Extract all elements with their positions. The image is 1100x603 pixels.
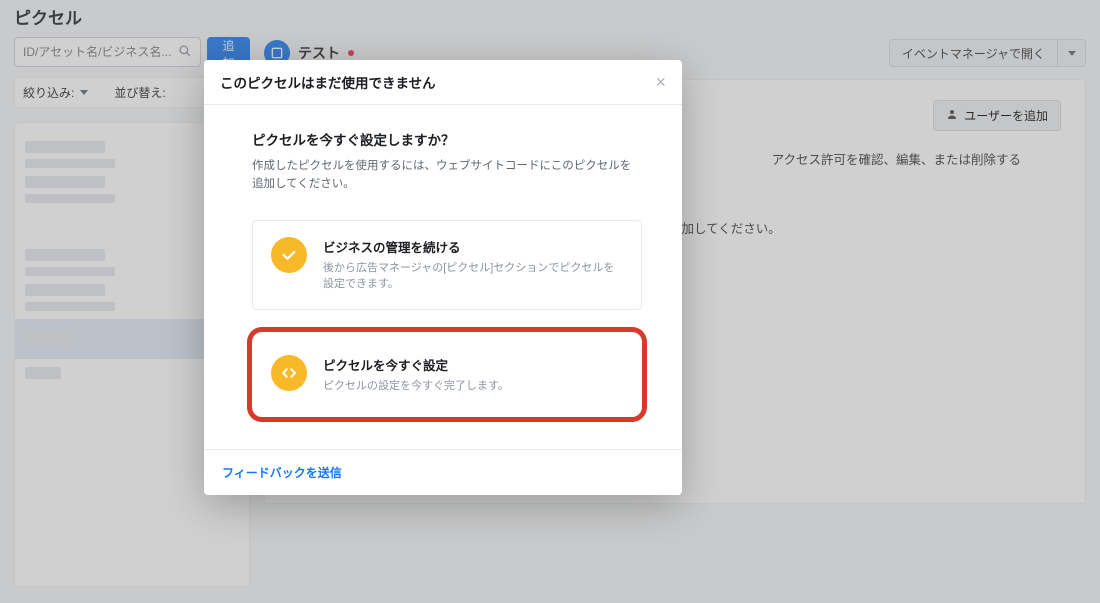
modal-footer: フィードバックを送信 — [204, 449, 682, 495]
option-text: ビジネスの管理を続ける 後から広告マネージャの[ピクセル]セクションでピクセルを… — [323, 237, 623, 293]
modal-question: ピクセルを今すぐ設定しますか？ — [252, 129, 642, 149]
option-desc: 後から広告マネージャの[ピクセル]セクションでピクセルを設定できます。 — [323, 260, 623, 293]
setup-modal: このピクセルはまだ使用できません × ピクセルを今すぐ設定しますか？ 作成したピ… — [204, 60, 682, 495]
feedback-link[interactable]: フィードバックを送信 — [222, 466, 342, 480]
close-icon[interactable]: × — [655, 73, 666, 91]
check-icon — [271, 237, 307, 273]
modal-question-desc: 作成したピクセルを使用するには、ウェブサイトコードにこのピクセルを追加してくださ… — [252, 157, 642, 194]
option-title: ピクセルを今すぐ設定 — [323, 355, 509, 374]
modal-body: ピクセルを今すぐ設定しますか？ 作成したピクセルを使用するには、ウェブサイトコー… — [204, 105, 682, 449]
modal-title: このピクセルはまだ使用できません — [220, 72, 436, 92]
option-title: ビジネスの管理を続ける — [323, 237, 623, 256]
option-desc: ピクセルの設定を今すぐ完了します。 — [323, 378, 509, 395]
option-continue-business[interactable]: ビジネスの管理を続ける 後から広告マネージャの[ピクセル]セクションでピクセルを… — [252, 220, 642, 310]
code-icon — [271, 355, 307, 391]
option-text: ピクセルを今すぐ設定 ピクセルの設定を今すぐ完了します。 — [323, 355, 509, 395]
modal-header: このピクセルはまだ使用できません × — [204, 60, 682, 105]
option-setup-now[interactable]: ピクセルを今すぐ設定 ピクセルの設定を今すぐ完了します。 — [252, 332, 642, 418]
